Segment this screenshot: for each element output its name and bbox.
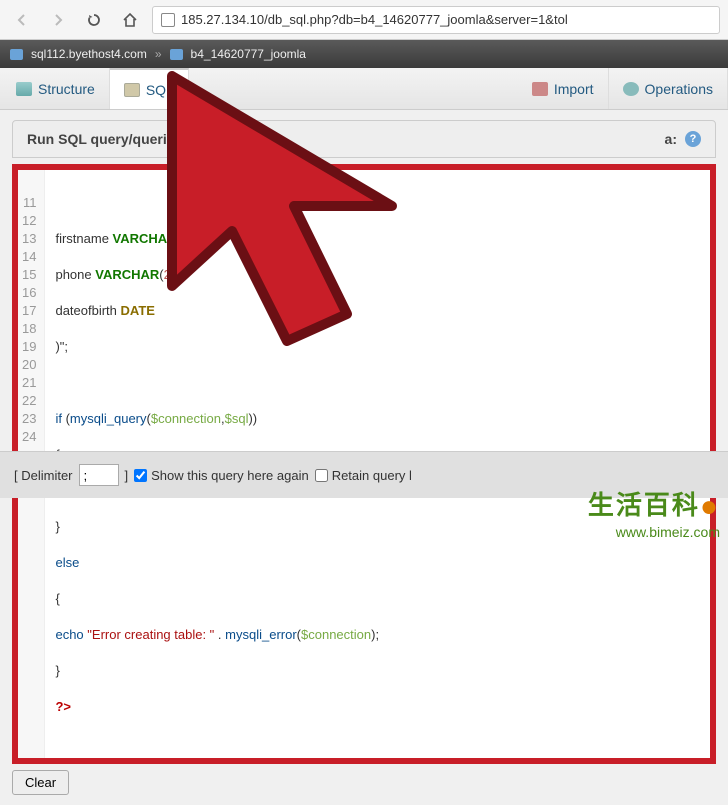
query-header-suffix: a: — [665, 131, 677, 147]
tab-label: Operations — [645, 81, 713, 97]
tab-structure[interactable]: Structure — [2, 68, 110, 109]
breadcrumb: sql112.byethost4.com » b4_14620777_jooml… — [0, 40, 728, 68]
tab-label: Structure — [38, 81, 95, 97]
show-again-input[interactable] — [134, 469, 147, 482]
browser-toolbar: 185.27.134.10/db_sql.php?db=b4_14620777_… — [0, 0, 728, 40]
help-icon[interactable]: ? — [685, 131, 701, 147]
delimiter-input[interactable] — [79, 464, 119, 486]
back-button[interactable] — [8, 6, 36, 34]
retain-input[interactable] — [315, 469, 328, 482]
tab-label: SQL — [146, 82, 174, 98]
breadcrumb-sep: » — [155, 47, 162, 61]
structure-icon — [16, 82, 32, 96]
database-icon — [170, 49, 183, 60]
tab-import[interactable]: Import — [518, 68, 609, 109]
tab-label: Import — [554, 81, 594, 97]
breadcrumb-server[interactable]: sql112.byethost4.com — [31, 47, 147, 61]
query-header-prefix: Run SQL query/queries on — [27, 131, 203, 147]
delimiter-label-close: ] — [125, 468, 129, 483]
forward-button[interactable] — [44, 6, 72, 34]
reload-button[interactable] — [80, 6, 108, 34]
operations-icon — [623, 82, 639, 96]
import-icon — [532, 82, 548, 96]
breadcrumb-db[interactable]: b4_14620777_joomla — [191, 47, 306, 61]
home-button[interactable] — [116, 6, 144, 34]
retain-checkbox[interactable]: Retain query l — [315, 468, 412, 483]
tabs-bar: Structure SQL Import Operations — [0, 68, 728, 110]
tab-spacer — [189, 68, 518, 109]
tab-operations[interactable]: Operations — [609, 68, 728, 109]
server-icon — [10, 49, 23, 60]
show-again-checkbox[interactable]: Show this query here again — [134, 468, 309, 483]
watermark: 生活百科● www.bimeiz.com — [588, 485, 720, 540]
url-text: 185.27.134.10/db_sql.php?db=b4_14620777_… — [181, 12, 568, 27]
tab-sql[interactable]: SQL — [110, 68, 189, 109]
query-header: Run SQL query/queries on a: ? — [12, 120, 716, 158]
delimiter-label-open: [ Delimiter — [14, 468, 73, 483]
sql-icon — [124, 83, 140, 97]
page-icon — [161, 13, 175, 27]
clear-button[interactable]: Clear — [12, 770, 69, 795]
url-bar[interactable]: 185.27.134.10/db_sql.php?db=b4_14620777_… — [152, 6, 720, 34]
